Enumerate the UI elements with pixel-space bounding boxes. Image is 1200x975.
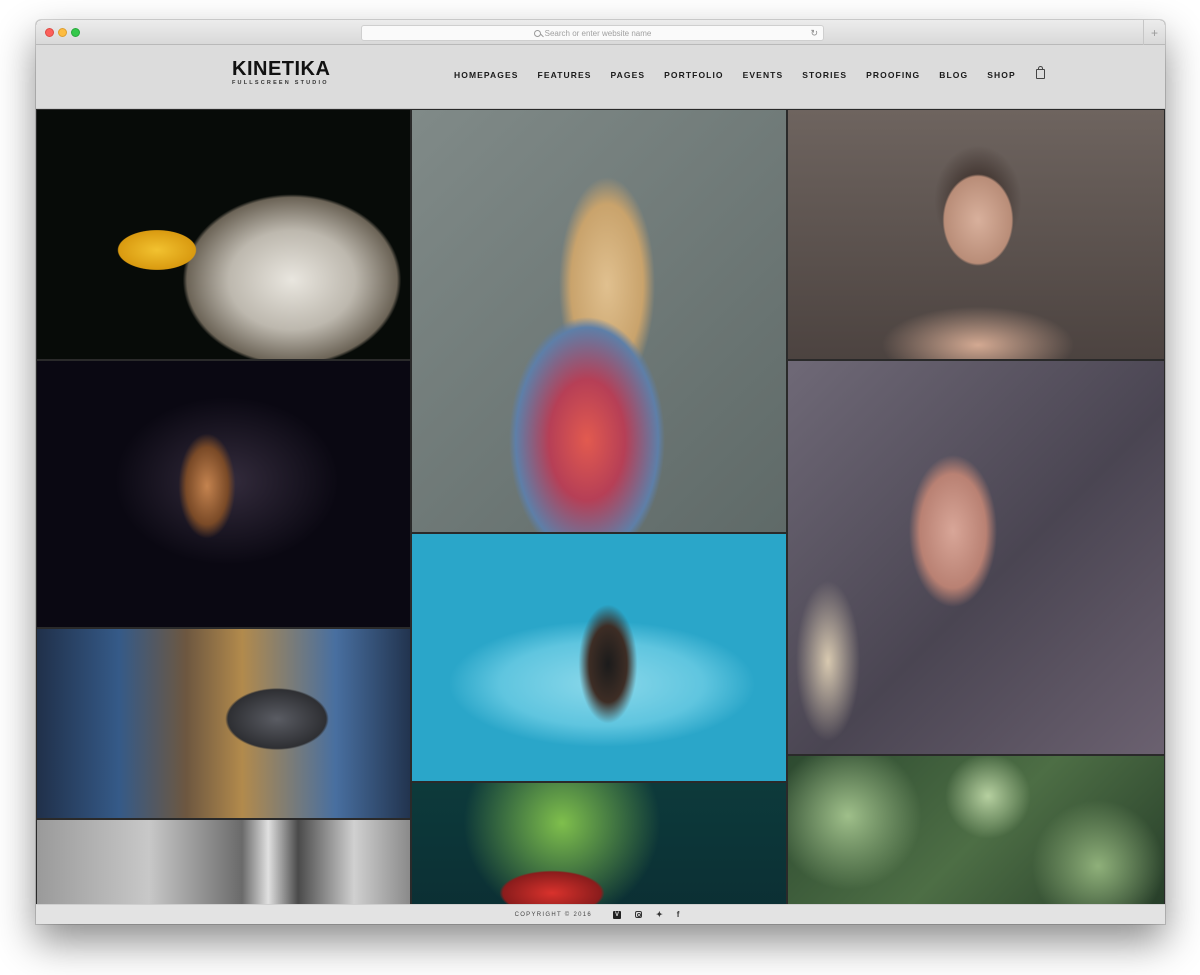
site-header: KINETIKA FULLSCREEN STUDIO HOMEPAGES FEA… xyxy=(36,45,1165,109)
instagram-icon[interactable] xyxy=(635,911,643,918)
gallery-tile-pool[interactable] xyxy=(411,533,787,782)
vimeo-icon[interactable]: V xyxy=(613,910,622,919)
nav-item-blog[interactable]: BLOG xyxy=(939,70,968,80)
gallery-tile-plaid-woman[interactable] xyxy=(411,109,787,533)
gallery-tile-dust-hand[interactable] xyxy=(36,360,411,628)
nav-item-pages[interactable]: PAGES xyxy=(611,70,646,80)
main-nav: HOMEPAGES FEATURES PAGES PORTFOLIO EVENT… xyxy=(454,66,1045,80)
gallery-tile-camera[interactable] xyxy=(36,628,411,819)
nav-item-features[interactable]: FEATURES xyxy=(538,70,592,80)
nav-item-stories[interactable]: STORIES xyxy=(802,70,847,80)
site-logo[interactable]: KINETIKA FULLSCREEN STUDIO xyxy=(232,59,330,86)
facebook-icon[interactable]: f xyxy=(677,910,680,919)
maximize-window-button[interactable] xyxy=(71,28,80,37)
shopping-bag-icon[interactable] xyxy=(1035,66,1045,79)
logo-text: KINETIKA xyxy=(232,58,331,80)
gallery-tile-rain-window[interactable] xyxy=(787,360,1165,755)
address-placeholder: Search or enter website name xyxy=(544,28,652,38)
gallery-tile-umbrella[interactable] xyxy=(411,782,787,924)
site-footer: COPYRIGHT © 2016 V ✦ f xyxy=(36,904,1165,924)
address-bar[interactable]: Search or enter website name ↻ xyxy=(361,25,824,41)
gallery-tile-leaves[interactable] xyxy=(787,755,1165,924)
new-tab-button[interactable]: + xyxy=(1143,20,1165,45)
gallery-tile-portrait[interactable] xyxy=(787,109,1165,360)
nav-item-proofing[interactable]: PROOFING xyxy=(866,70,920,80)
browser-window: Search or enter website name ↻ + KINETIK… xyxy=(36,20,1165,924)
search-icon xyxy=(533,29,541,37)
minimize-window-button[interactable] xyxy=(58,28,67,37)
twitter-icon[interactable]: ✦ xyxy=(656,910,663,919)
reload-icon[interactable]: ↻ xyxy=(810,28,818,39)
nav-item-shop[interactable]: SHOP xyxy=(987,70,1016,80)
browser-titlebar: Search or enter website name ↻ + xyxy=(36,20,1165,45)
nav-item-events[interactable]: EVENTS xyxy=(743,70,784,80)
copyright-text: COPYRIGHT © 2016 xyxy=(514,911,593,918)
nav-item-homepages[interactable]: HOMEPAGES xyxy=(454,70,519,80)
logo-tagline: FULLSCREEN STUDIO xyxy=(232,80,329,86)
gallery-tile-eagle[interactable] xyxy=(36,109,411,360)
nav-item-portfolio[interactable]: PORTFOLIO xyxy=(664,70,723,80)
close-window-button[interactable] xyxy=(45,28,54,37)
